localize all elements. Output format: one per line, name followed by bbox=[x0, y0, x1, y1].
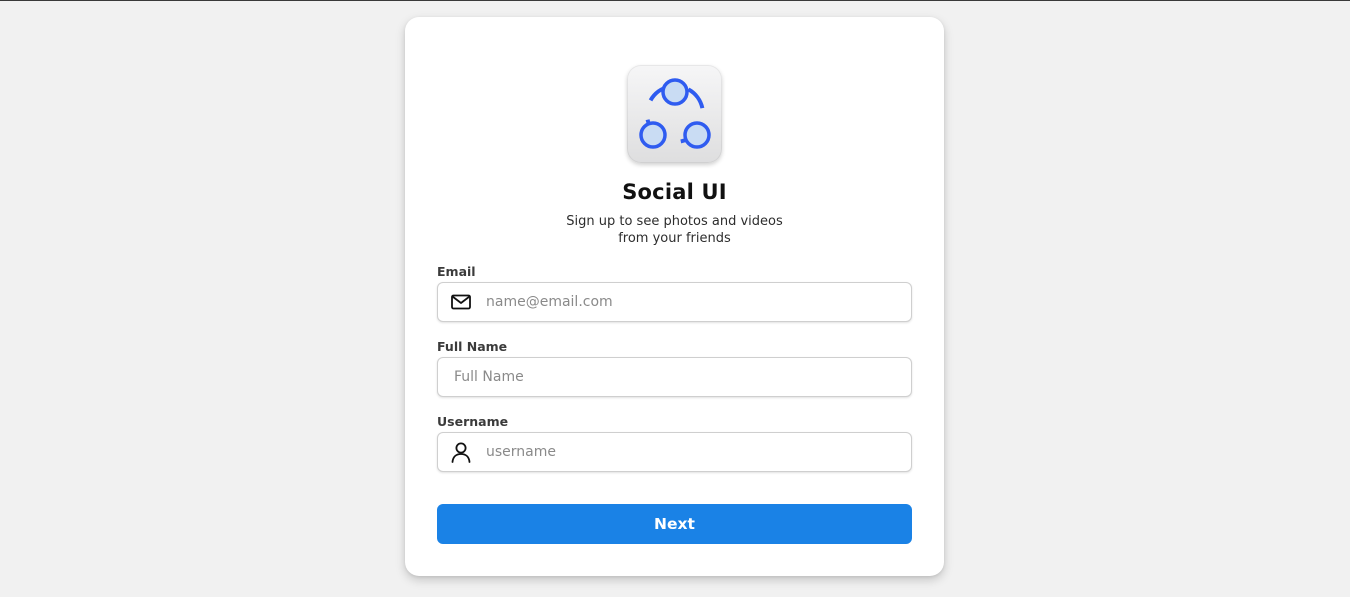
username-field-container bbox=[437, 432, 912, 472]
share-nodes-icon bbox=[638, 78, 711, 149]
full-name-field-container bbox=[437, 357, 912, 397]
signup-card: Social UI Sign up to see photos and vide… bbox=[405, 17, 944, 576]
subtitle-line-1: Sign up to see photos and videos bbox=[566, 214, 783, 229]
app-title: Social UI bbox=[622, 180, 727, 204]
subtitle-line-2: from your friends bbox=[618, 231, 731, 246]
email-label: Email bbox=[437, 264, 476, 279]
next-button[interactable]: Next bbox=[437, 504, 912, 544]
email-field-container bbox=[437, 282, 912, 322]
username-label: Username bbox=[437, 414, 509, 429]
mail-icon bbox=[450, 291, 472, 313]
window-top-border bbox=[0, 0, 1350, 1]
username-input[interactable] bbox=[486, 434, 911, 470]
full-name-label: Full Name bbox=[437, 339, 508, 354]
full-name-input[interactable] bbox=[454, 359, 911, 395]
email-input[interactable] bbox=[486, 284, 911, 320]
app-logo bbox=[627, 65, 722, 163]
app-subtitle: Sign up to see photos and videos from yo… bbox=[405, 213, 944, 247]
user-icon bbox=[450, 441, 472, 463]
